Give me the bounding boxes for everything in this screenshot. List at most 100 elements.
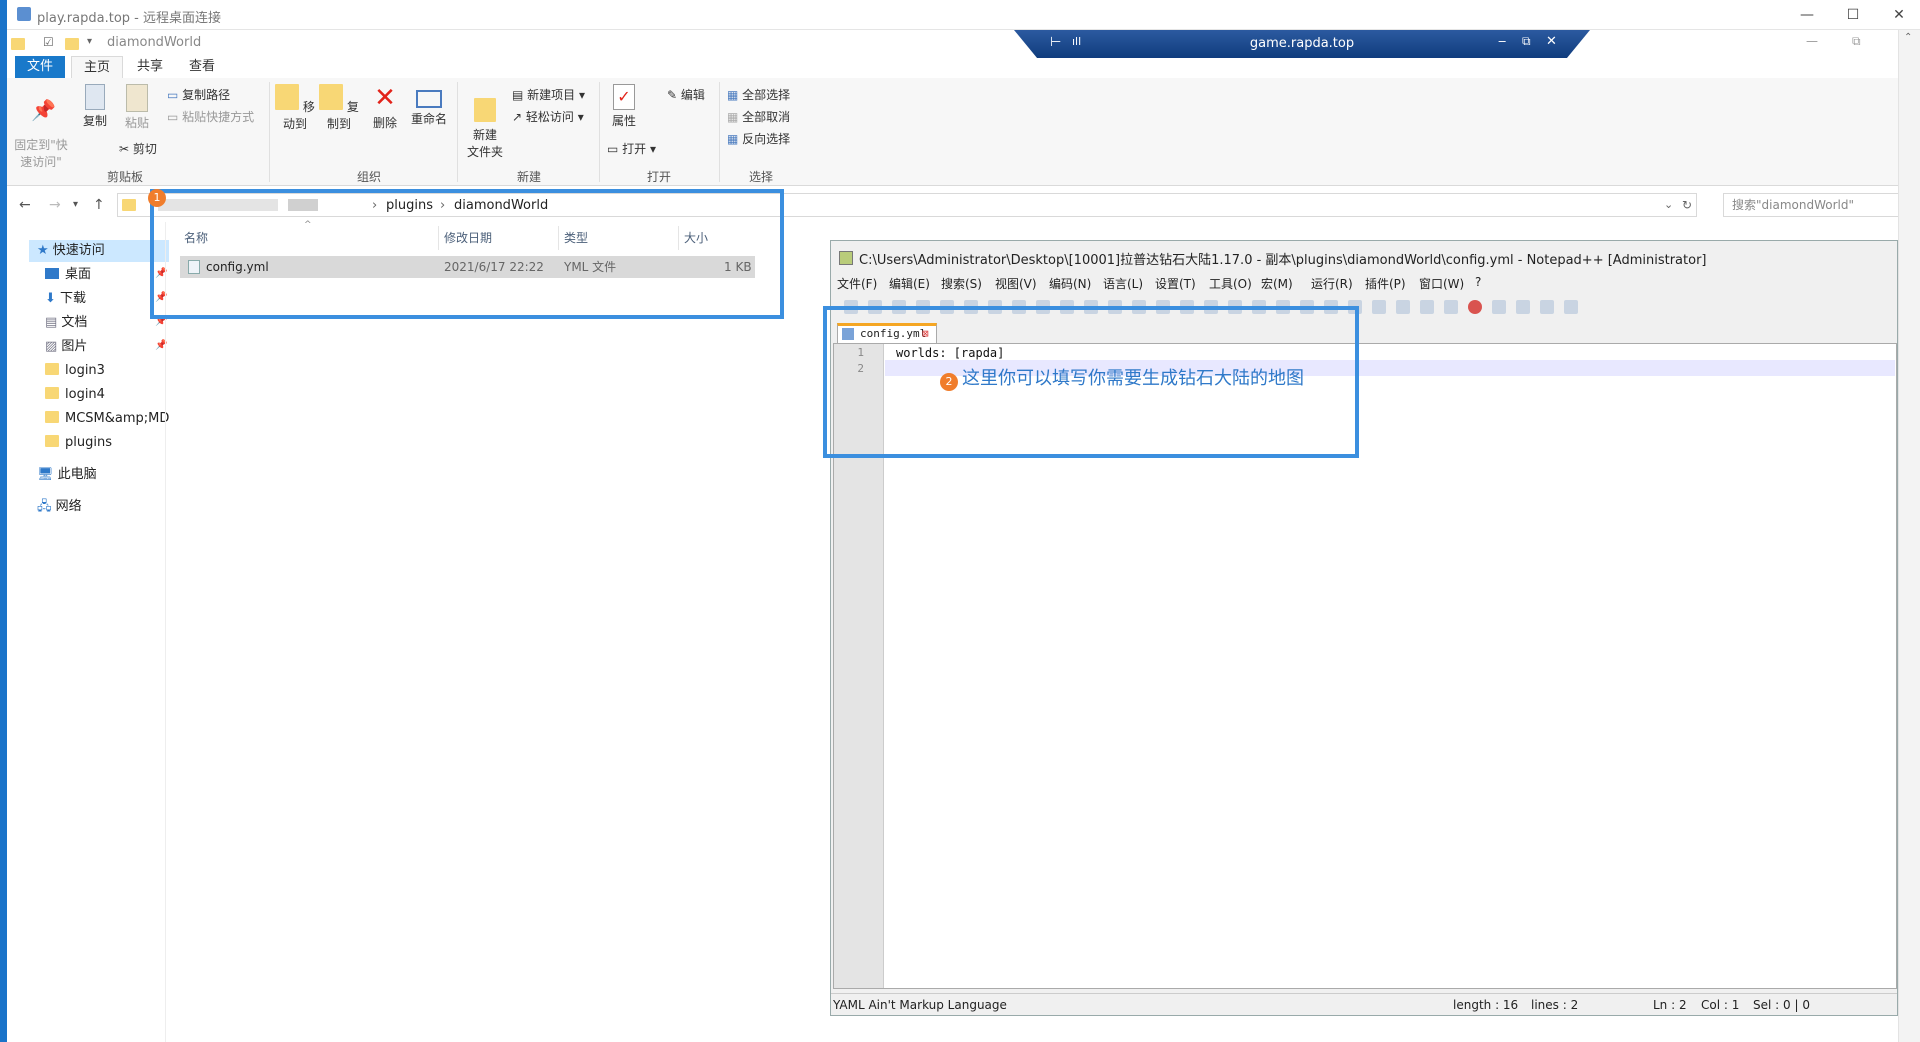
vertical-scrollbar[interactable]: ⌃ [1898, 30, 1920, 1042]
chevron-down-icon[interactable]: ▾ [87, 36, 92, 47]
address-dropdown-icon[interactable]: ⌄ [1664, 198, 1673, 211]
nav-item-documents[interactable]: ▤ 文档 [45, 312, 87, 334]
star-icon: ★ [37, 243, 53, 258]
menu-tools[interactable]: 工具(O) [1209, 275, 1252, 295]
rename-button[interactable]: 重命名 [409, 84, 449, 127]
rdp-minimize-button[interactable]: — [1787, 4, 1827, 26]
tab-file[interactable]: 文件 [15, 56, 66, 78]
nav-item-downloads[interactable]: ⬇ 下载 [45, 288, 86, 310]
menu-search[interactable]: 搜索(S) [941, 275, 982, 295]
nav-item-plugins[interactable]: plugins [45, 432, 112, 454]
select-all-label: 全部选择 [742, 88, 791, 102]
folder-icon [45, 411, 59, 423]
rdp-title-bar: play.rapda.top - 远程桌面连接 — ☐ ✕ [7, 0, 1920, 30]
paste-shortcut-icon: ▭ [167, 110, 183, 124]
nav-item-login4[interactable]: login4 [45, 384, 105, 406]
nav-item-login3[interactable]: login3 [45, 360, 105, 382]
properties-button[interactable]: ✓ 属性 [605, 84, 643, 129]
save-macro-icon[interactable] [1564, 300, 1578, 314]
nav-item-mcsm[interactable]: MCSM&amp;MDU [45, 408, 169, 430]
new-folder-icon[interactable] [65, 38, 79, 50]
back-arrow-icon[interactable]: ← [19, 197, 31, 213]
ribbon-separator [719, 82, 720, 182]
doc-map-icon[interactable] [1372, 300, 1386, 314]
monitor-icon[interactable] [1444, 300, 1458, 314]
folder-workspace-icon[interactable] [1420, 300, 1434, 314]
easy-access-button[interactable]: ↗ 轻松访问 ▾ [512, 108, 584, 125]
new-folder-button[interactable]: 新建 文件夹 [463, 84, 507, 160]
explorer-restore-icon[interactable]: ⧉ [1852, 34, 1861, 49]
checkbox-icon[interactable]: ☑ [43, 35, 54, 49]
scissors-icon: ✂ [119, 142, 133, 156]
tab-view[interactable]: 查看 [177, 56, 227, 78]
notepad-status-bar: YAML Ain't Markup Language length : 16 l… [831, 993, 1897, 1015]
record-macro-icon[interactable] [1468, 300, 1482, 314]
edit-button[interactable]: ✎ 编辑 [667, 86, 705, 103]
select-all-icon: ▦ [727, 88, 743, 102]
tab-share[interactable]: 共享 [125, 56, 175, 78]
tab-home[interactable]: 主页 [71, 56, 124, 78]
copy-label: 复制 [82, 114, 107, 128]
delete-button[interactable]: ✕ 删除 [369, 84, 401, 131]
cut-button[interactable]: ✂ 剪切 [119, 140, 157, 157]
rdp-connection-bar: ⊢ ıll game.rapda.top ‒ ⧉ ✕ [1014, 30, 1590, 58]
move-to-button[interactable]: 移动到 [275, 84, 315, 132]
search-input[interactable]: 搜索"diamondWorld" [1723, 193, 1903, 217]
menu-window[interactable]: 窗口(W) [1419, 275, 1464, 295]
new-item-icon: ▤ [512, 88, 528, 102]
step-badge-1: 1 [148, 189, 166, 207]
scroll-up-icon[interactable]: ⌃ [1904, 32, 1912, 43]
nav-network[interactable]: 🖧 网络 [37, 496, 82, 518]
conn-restore-icon[interactable]: ⧉ [1522, 34, 1531, 49]
menu-macro[interactable]: 宏(M) [1261, 275, 1293, 295]
copy-path-icon: ▭ [167, 88, 183, 102]
nav-item-desktop[interactable]: 桌面 [45, 264, 91, 286]
explorer-minimize-icon[interactable]: — [1806, 34, 1818, 48]
rdp-maximize-button[interactable]: ☐ [1833, 4, 1873, 26]
menu-view[interactable]: 视图(V) [995, 275, 1037, 295]
rdp-left-border [0, 0, 7, 1042]
menu-language[interactable]: 语言(L) [1103, 275, 1143, 295]
new-item-label: 新建项目 ▾ [527, 88, 585, 102]
menu-run[interactable]: 运行(R) [1311, 275, 1353, 295]
new-item-button[interactable]: ▤ 新建项目 ▾ [512, 86, 585, 103]
pin-to-quick-access-button[interactable]: 📌 固定到"快 速访问" [13, 84, 69, 170]
open-button[interactable]: ▭ 打开 ▾ [607, 140, 656, 157]
menu-help[interactable]: ? [1475, 275, 1481, 295]
paste-shortcut-button[interactable]: ▭ 粘贴快捷方式 [167, 108, 254, 125]
conn-minimize-icon[interactable]: ‒ [1498, 34, 1506, 49]
menu-edit[interactable]: 编辑(E) [889, 275, 930, 295]
menu-plugins[interactable]: 插件(P) [1365, 275, 1406, 295]
invert-selection-button[interactable]: ▦ 反向选择 [727, 130, 790, 147]
conn-close-icon[interactable]: ✕ [1546, 34, 1557, 49]
copy-to-button[interactable]: 复制到 [319, 84, 359, 132]
ribbon: 📌 固定到"快 速访问" 复制 粘贴 ▭ 复制路径 ▭ 粘贴快捷方式 ✂ 剪切 … [7, 78, 1907, 186]
download-icon: ⬇ [45, 291, 61, 306]
refresh-icon[interactable]: ↻ [1682, 198, 1692, 212]
status-ln: Ln : 2 [1653, 998, 1687, 1012]
function-list-icon[interactable] [1396, 300, 1410, 314]
run-macro-multiple-icon[interactable] [1540, 300, 1554, 314]
play-macro-icon[interactable] [1516, 300, 1530, 314]
stop-macro-icon[interactable] [1492, 300, 1506, 314]
select-none-button[interactable]: ▦ 全部取消 [727, 108, 790, 125]
ribbon-separator [599, 82, 600, 182]
copy-button[interactable]: 复制 [77, 84, 113, 129]
up-arrow-icon[interactable]: ↑ [93, 197, 105, 213]
forward-arrow-icon[interactable]: → [49, 197, 61, 213]
recent-chevron-icon[interactable]: ▾ [73, 199, 78, 210]
rdp-close-button[interactable]: ✕ [1879, 4, 1919, 26]
explorer-quick-access-toolbar: ☑ ▾ diamondWorld [7, 30, 1007, 56]
paste-button[interactable]: 粘贴 [119, 84, 155, 131]
copy-path-button[interactable]: ▭ 复制路径 [167, 86, 230, 103]
new-folder-label: 新建 文件夹 [466, 128, 503, 159]
rename-label: 重命名 [410, 112, 447, 126]
menu-encoding[interactable]: 编码(N) [1049, 275, 1091, 295]
menu-file[interactable]: 文件(F) [837, 275, 877, 295]
nav-item-pictures[interactable]: ▨ 图片 [45, 336, 87, 358]
folder-icon [11, 38, 25, 50]
nav-quick-access[interactable]: ★ 快速访问 [29, 240, 169, 262]
select-all-button[interactable]: ▦ 全部选择 [727, 86, 790, 103]
nav-this-pc[interactable]: 🖥 此电脑 [37, 464, 97, 486]
menu-settings[interactable]: 设置(T) [1155, 275, 1196, 295]
